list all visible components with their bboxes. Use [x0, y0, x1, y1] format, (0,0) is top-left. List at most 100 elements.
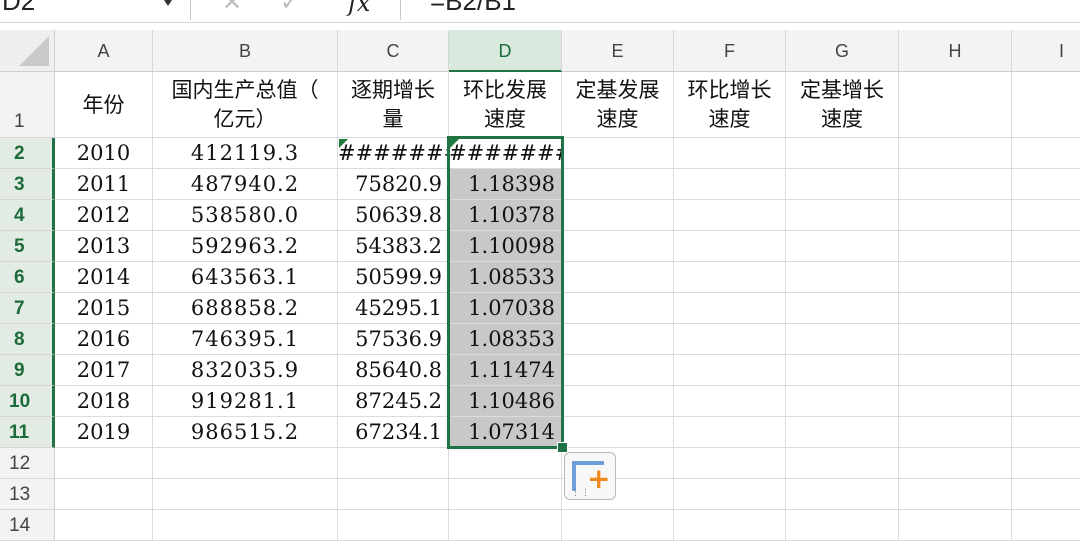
cell-c10[interactable]: 87245.2 [338, 386, 449, 417]
row-header-5[interactable]: 5 [0, 231, 55, 262]
column-header-a[interactable]: A [55, 30, 153, 72]
row-header-1[interactable]: 1 [0, 72, 55, 138]
cell-g7[interactable] [786, 293, 899, 324]
cell-b14[interactable] [153, 510, 338, 541]
column-header-e[interactable]: E [562, 30, 674, 72]
cell-f4[interactable] [674, 200, 786, 231]
cell-i12[interactable] [1012, 448, 1080, 479]
cell-c14[interactable] [338, 510, 449, 541]
row-header-3[interactable]: 3 [0, 169, 55, 200]
cell-b10[interactable]: 919281.1 [153, 386, 338, 417]
cell-h8[interactable] [899, 324, 1012, 355]
cell-i6[interactable] [1012, 262, 1080, 293]
cell-b5[interactable]: 592963.2 [153, 231, 338, 262]
cell-g6[interactable] [786, 262, 899, 293]
cell-d7[interactable]: 1.07038 [449, 293, 562, 324]
cell-d12[interactable] [449, 448, 562, 479]
cell-a4[interactable]: 2012 [55, 200, 153, 231]
cell-a14[interactable] [55, 510, 153, 541]
cell-g14[interactable] [786, 510, 899, 541]
name-box[interactable]: D2 [0, 0, 152, 16]
cell-f8[interactable] [674, 324, 786, 355]
cell-a8[interactable]: 2016 [55, 324, 153, 355]
cell-e10[interactable] [562, 386, 674, 417]
cell-d8[interactable]: 1.08353 [449, 324, 562, 355]
name-box-dropdown-icon[interactable] [160, 0, 176, 6]
cell-h7[interactable] [899, 293, 1012, 324]
cell-g5[interactable] [786, 231, 899, 262]
cell-i14[interactable] [1012, 510, 1080, 541]
row-header-9[interactable]: 9 [0, 355, 55, 386]
cell-b11[interactable]: 986515.2 [153, 417, 338, 448]
cell-g12[interactable] [786, 448, 899, 479]
cell-d2[interactable]: ####### [449, 138, 562, 169]
cell-e7[interactable] [562, 293, 674, 324]
cell-b1[interactable]: 国内生产总值（ 亿元） [153, 72, 338, 138]
cell-e1[interactable]: 定基发展 速度 [562, 72, 674, 138]
row-header-8[interactable]: 8 [0, 324, 55, 355]
cell-h4[interactable] [899, 200, 1012, 231]
cell-e11[interactable] [562, 417, 674, 448]
cell-d14[interactable] [449, 510, 562, 541]
cell-b8[interactable]: 746395.1 [153, 324, 338, 355]
row-header-2[interactable]: 2 [0, 138, 55, 169]
cell-a10[interactable]: 2018 [55, 386, 153, 417]
cell-h3[interactable] [899, 169, 1012, 200]
cell-d3[interactable]: 1.18398 [449, 169, 562, 200]
cell-g8[interactable] [786, 324, 899, 355]
cell-e8[interactable] [562, 324, 674, 355]
cell-i9[interactable] [1012, 355, 1080, 386]
cell-g9[interactable] [786, 355, 899, 386]
cell-c5[interactable]: 54383.2 [338, 231, 449, 262]
column-header-f[interactable]: F [674, 30, 786, 72]
column-header-d[interactable]: D [449, 30, 562, 72]
cell-d10[interactable]: 1.10486 [449, 386, 562, 417]
cell-a2[interactable]: 2010 [55, 138, 153, 169]
cell-g10[interactable] [786, 386, 899, 417]
cell-c9[interactable]: 85640.8 [338, 355, 449, 386]
cell-i7[interactable] [1012, 293, 1080, 324]
cell-b3[interactable]: 487940.2 [153, 169, 338, 200]
cancel-icon[interactable]: ✕ [222, 0, 242, 18]
cell-a9[interactable]: 2017 [55, 355, 153, 386]
row-header-11[interactable]: 11 [0, 417, 55, 448]
cell-c3[interactable]: 75820.9 [338, 169, 449, 200]
cell-i1[interactable] [1012, 72, 1080, 138]
cell-e4[interactable] [562, 200, 674, 231]
cell-c12[interactable] [338, 448, 449, 479]
cell-i5[interactable] [1012, 231, 1080, 262]
cell-i2[interactable] [1012, 138, 1080, 169]
cell-a7[interactable]: 2015 [55, 293, 153, 324]
cell-a6[interactable]: 2014 [55, 262, 153, 293]
column-header-h[interactable]: H [899, 30, 1012, 72]
cell-h13[interactable] [899, 479, 1012, 510]
cell-h12[interactable] [899, 448, 1012, 479]
cell-d11[interactable]: 1.07314 [449, 417, 562, 448]
cell-i4[interactable] [1012, 200, 1080, 231]
cell-a1[interactable]: 年份 [55, 72, 153, 138]
cell-a3[interactable]: 2011 [55, 169, 153, 200]
column-header-g[interactable]: G [786, 30, 899, 72]
row-header-4[interactable]: 4 [0, 200, 55, 231]
cell-f14[interactable] [674, 510, 786, 541]
cell-e2[interactable] [562, 138, 674, 169]
cell-f5[interactable] [674, 231, 786, 262]
row-header-10[interactable]: 10 [0, 386, 55, 417]
cell-i8[interactable] [1012, 324, 1080, 355]
cell-b2[interactable]: 412119.3 [153, 138, 338, 169]
cell-i10[interactable] [1012, 386, 1080, 417]
cell-c1[interactable]: 逐期增长量 [338, 72, 449, 138]
cell-f9[interactable] [674, 355, 786, 386]
cell-c4[interactable]: 50639.8 [338, 200, 449, 231]
fill-handle[interactable] [557, 442, 568, 453]
cell-f13[interactable] [674, 479, 786, 510]
fx-icon[interactable]: fx [348, 0, 370, 18]
row-header-13[interactable]: 13 [0, 479, 55, 510]
cell-d6[interactable]: 1.08533 [449, 262, 562, 293]
cell-h2[interactable] [899, 138, 1012, 169]
cell-c11[interactable]: 67234.1 [338, 417, 449, 448]
cell-h1[interactable] [899, 72, 1012, 138]
cell-f12[interactable] [674, 448, 786, 479]
column-header-c[interactable]: C [338, 30, 449, 72]
cell-e3[interactable] [562, 169, 674, 200]
